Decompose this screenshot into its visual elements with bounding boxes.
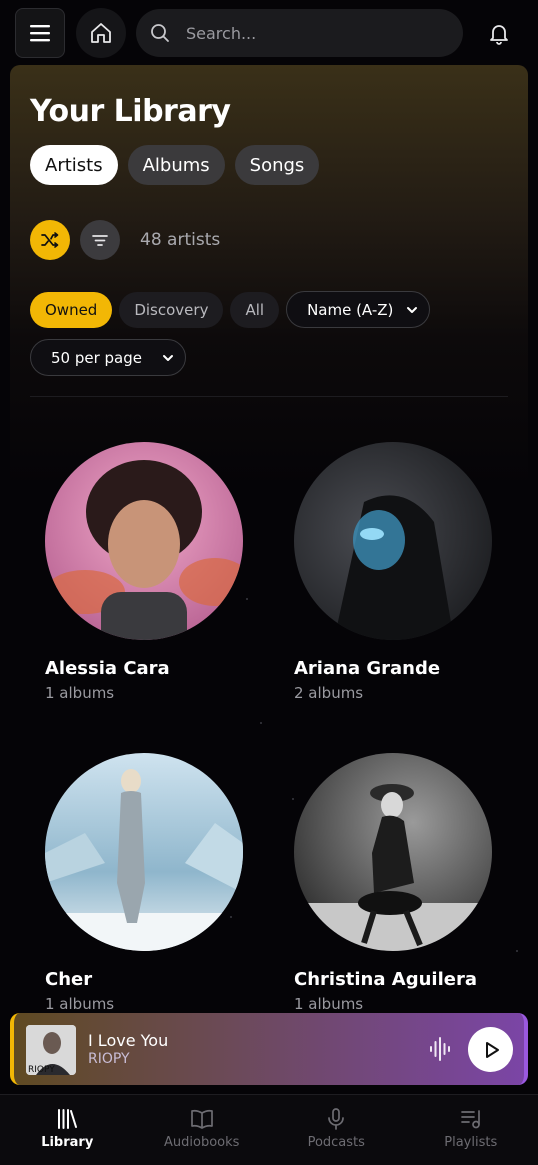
filter-discovery[interactable]: Discovery	[119, 291, 224, 328]
artist-count: 48 artists	[140, 230, 221, 250]
now-playing-title: I Love You	[88, 1031, 169, 1050]
search-icon	[151, 24, 169, 42]
tab-songs[interactable]: Songs	[234, 145, 320, 185]
artist-card-christina-aguilera[interactable]: Christina Aguilera 1 albums	[279, 753, 499, 1013]
search-bar[interactable]	[136, 9, 463, 57]
now-playing-cover: RIOPY	[26, 1025, 76, 1075]
artist-avatar	[294, 442, 492, 640]
artist-album-count: 1 albums	[45, 995, 115, 1013]
search-input[interactable]	[184, 22, 434, 44]
play-icon	[485, 1041, 499, 1058]
background-dot	[516, 950, 518, 952]
bell-icon	[490, 25, 508, 45]
nav-playlists[interactable]: Playlists	[404, 1095, 538, 1165]
artist-avatar	[294, 753, 492, 951]
nav-playlists-label: Playlists	[444, 1135, 498, 1150]
sort-select[interactable]: Name (A-Z)	[286, 291, 431, 328]
now-playing-artist: RIOPY	[88, 1051, 130, 1067]
nav-podcasts-label: Podcasts	[307, 1135, 365, 1150]
artist-card-alessia-cara[interactable]: Alessia Cara 1 albums	[30, 442, 250, 712]
chevron-down-icon	[407, 306, 418, 313]
artist-card-cher[interactable]: Cher 1 albums	[30, 753, 250, 1013]
chevron-down-icon	[163, 354, 173, 361]
page-size-value: 50 per page	[51, 348, 143, 367]
cover-text: RIOPY	[28, 1065, 55, 1075]
mini-player[interactable]: RIOPY I Love You RIOPY	[10, 1013, 528, 1085]
artist-name: Cher	[45, 969, 93, 990]
nav-podcasts[interactable]: Podcasts	[269, 1095, 404, 1165]
playlist-icon	[460, 1110, 480, 1129]
shuffle-icon	[41, 232, 59, 248]
nav-library[interactable]: Library	[0, 1095, 135, 1165]
library-icon	[58, 1109, 78, 1129]
artist-name: Christina Aguilera	[294, 969, 477, 990]
nav-audiobooks[interactable]: Audiobooks	[135, 1095, 270, 1165]
microphone-icon	[328, 1108, 345, 1130]
tab-artists[interactable]: Artists	[30, 145, 118, 185]
home-button[interactable]	[76, 8, 126, 58]
artist-album-count: 1 albums	[45, 684, 115, 702]
divider	[30, 396, 508, 397]
artist-album-count: 1 albums	[294, 995, 364, 1013]
page-title: Your Library	[30, 94, 231, 129]
home-icon	[91, 23, 111, 43]
hamburger-icon	[30, 25, 50, 42]
page-size-select[interactable]: 50 per page	[30, 339, 186, 376]
filter-button[interactable]	[80, 220, 120, 260]
artist-album-count: 2 albums	[294, 684, 364, 702]
nav-audiobooks-label: Audiobooks	[164, 1135, 240, 1150]
notifications-button[interactable]	[484, 18, 514, 48]
library-tabs: Artists Albums Songs	[30, 145, 320, 185]
tab-albums[interactable]: Albums	[127, 145, 225, 185]
artist-name: Ariana Grande	[294, 658, 441, 679]
filter-owned[interactable]: Owned	[30, 291, 113, 328]
shuffle-button[interactable]	[30, 220, 70, 260]
artist-avatar	[45, 442, 243, 640]
artist-avatar	[45, 753, 243, 951]
nav-library-label: Library	[41, 1135, 94, 1150]
waveform-icon[interactable]	[428, 1036, 454, 1062]
play-button[interactable]	[468, 1027, 513, 1072]
background-dot	[260, 722, 262, 724]
filter-chips: Owned Discovery All Name (A-Z)	[30, 291, 431, 328]
filter-lines-icon	[92, 235, 108, 246]
sort-select-value: Name (A-Z)	[307, 300, 394, 319]
artist-name: Alessia Cara	[45, 658, 170, 679]
book-icon	[190, 1109, 213, 1129]
bottom-navigation: Library Audiobooks Podcasts Playlists	[0, 1094, 538, 1165]
top-bar	[0, 0, 538, 66]
menu-button[interactable]	[15, 8, 65, 58]
filter-all[interactable]: All	[230, 291, 280, 328]
artist-card-ariana-grande[interactable]: Ariana Grande 2 albums	[279, 442, 499, 712]
library-actions: 48 artists	[30, 220, 220, 260]
